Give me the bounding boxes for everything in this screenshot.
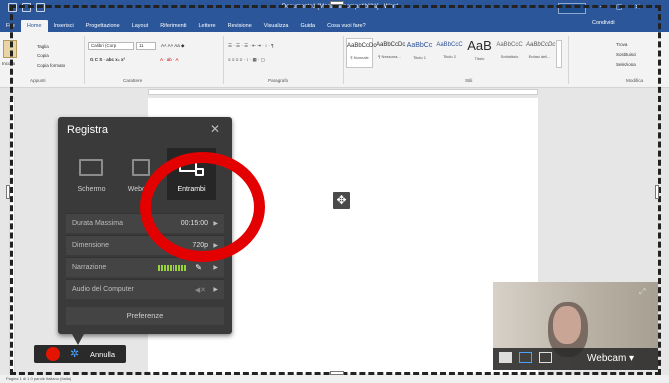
record-button[interactable] [46,347,60,361]
preferences-button[interactable]: Preferenze [66,307,224,325]
expand-icon[interactable]: ⤢ [639,287,645,297]
close-icon[interactable]: ✕ [210,122,220,136]
highlight-circle [140,152,265,262]
monitor-icon [79,159,103,176]
microphone-icon: ✎ [195,263,202,272]
capture-handle-bottom[interactable] [330,371,344,375]
capture-handle-top[interactable] [330,1,344,5]
record-panel-title: Registra [67,124,108,136]
webcam-source-dropdown[interactable]: Webcam ▾ [587,353,634,364]
capture-handle-right[interactable] [655,185,659,199]
gear-icon[interactable]: ✲ [70,347,79,360]
webcam-layout-full-icon[interactable] [499,352,512,363]
audio-level-meter [158,265,187,271]
webcam-person-face [553,306,581,344]
cancel-button[interactable]: Annulla [90,350,115,359]
mode-screen-button[interactable]: Schermo [67,148,116,200]
status-text: Pagina 1 di 1 0 parole Italiano (Italia) [6,376,72,381]
screen: Documento1 [Modalità compatibilità] - Wo… [0,0,669,383]
capture-handle-left[interactable] [6,185,10,199]
chevron-right-icon: ▶ [213,287,218,293]
record-controls: ✲ Annulla [34,345,126,363]
webcam-preview[interactable]: ⤢ Webcam ▾ [493,282,658,370]
panel-pointer [72,334,84,345]
webcam-icon [132,159,150,176]
speaker-muted-icon: ◀✕ [194,287,206,294]
move-icon[interactable]: ✥ [333,192,350,209]
status-bar: Pagina 1 di 1 0 parole Italiano (Italia) [0,375,669,383]
webcam-layout-pip-icon[interactable] [519,352,532,363]
chevron-right-icon: ▶ [213,265,218,271]
computer-audio-row[interactable]: Audio del Computer ◀✕ ▶ [66,279,224,299]
webcam-layout-off-icon[interactable] [539,352,552,363]
